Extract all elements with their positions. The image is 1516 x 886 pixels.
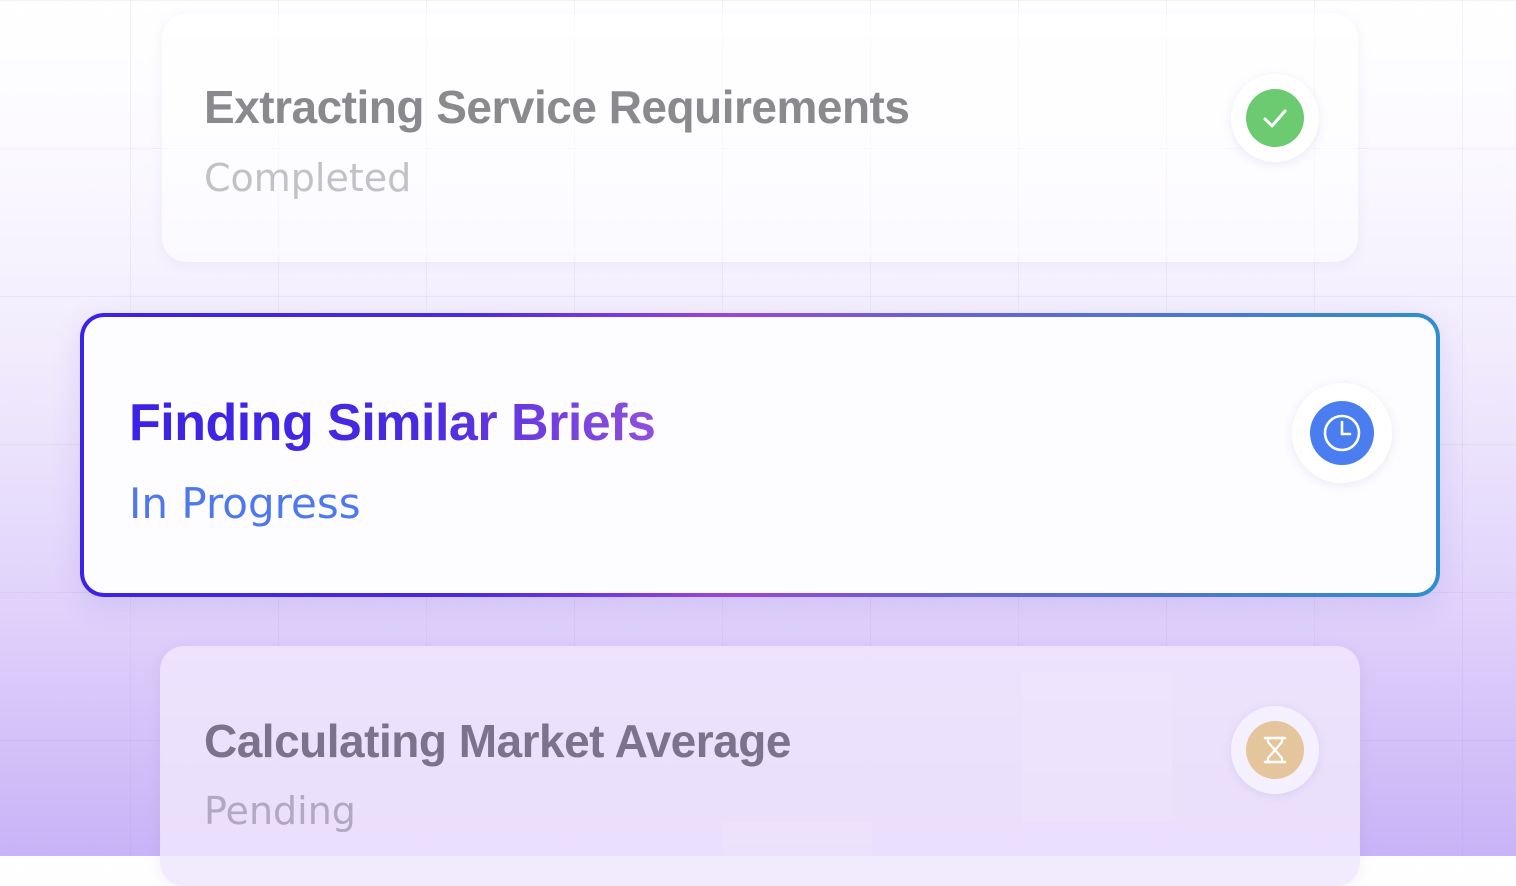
check-icon [1246, 89, 1304, 147]
step-title: Finding Similar Briefs [129, 394, 656, 452]
step-status: Completed [204, 156, 412, 200]
step-title: Calculating Market Average [204, 715, 791, 767]
step-card-calculating-market-average: Calculating Market Average Pending [160, 646, 1360, 886]
step-card-extracting-service-requirements: Extracting Service Requirements Complete… [162, 14, 1358, 262]
status-indicator [1231, 74, 1319, 162]
step-card-finding-similar-briefs: Finding Similar Briefs In Progress [80, 313, 1440, 597]
status-indicator [1231, 706, 1319, 794]
clock-icon [1310, 401, 1374, 465]
hourglass-icon [1246, 721, 1304, 779]
step-card-body: Finding Similar Briefs In Progress [84, 317, 1436, 593]
status-indicator [1292, 383, 1392, 483]
step-title: Extracting Service Requirements [204, 81, 910, 133]
step-status: Pending [204, 789, 356, 833]
step-status: In Progress [129, 479, 361, 528]
